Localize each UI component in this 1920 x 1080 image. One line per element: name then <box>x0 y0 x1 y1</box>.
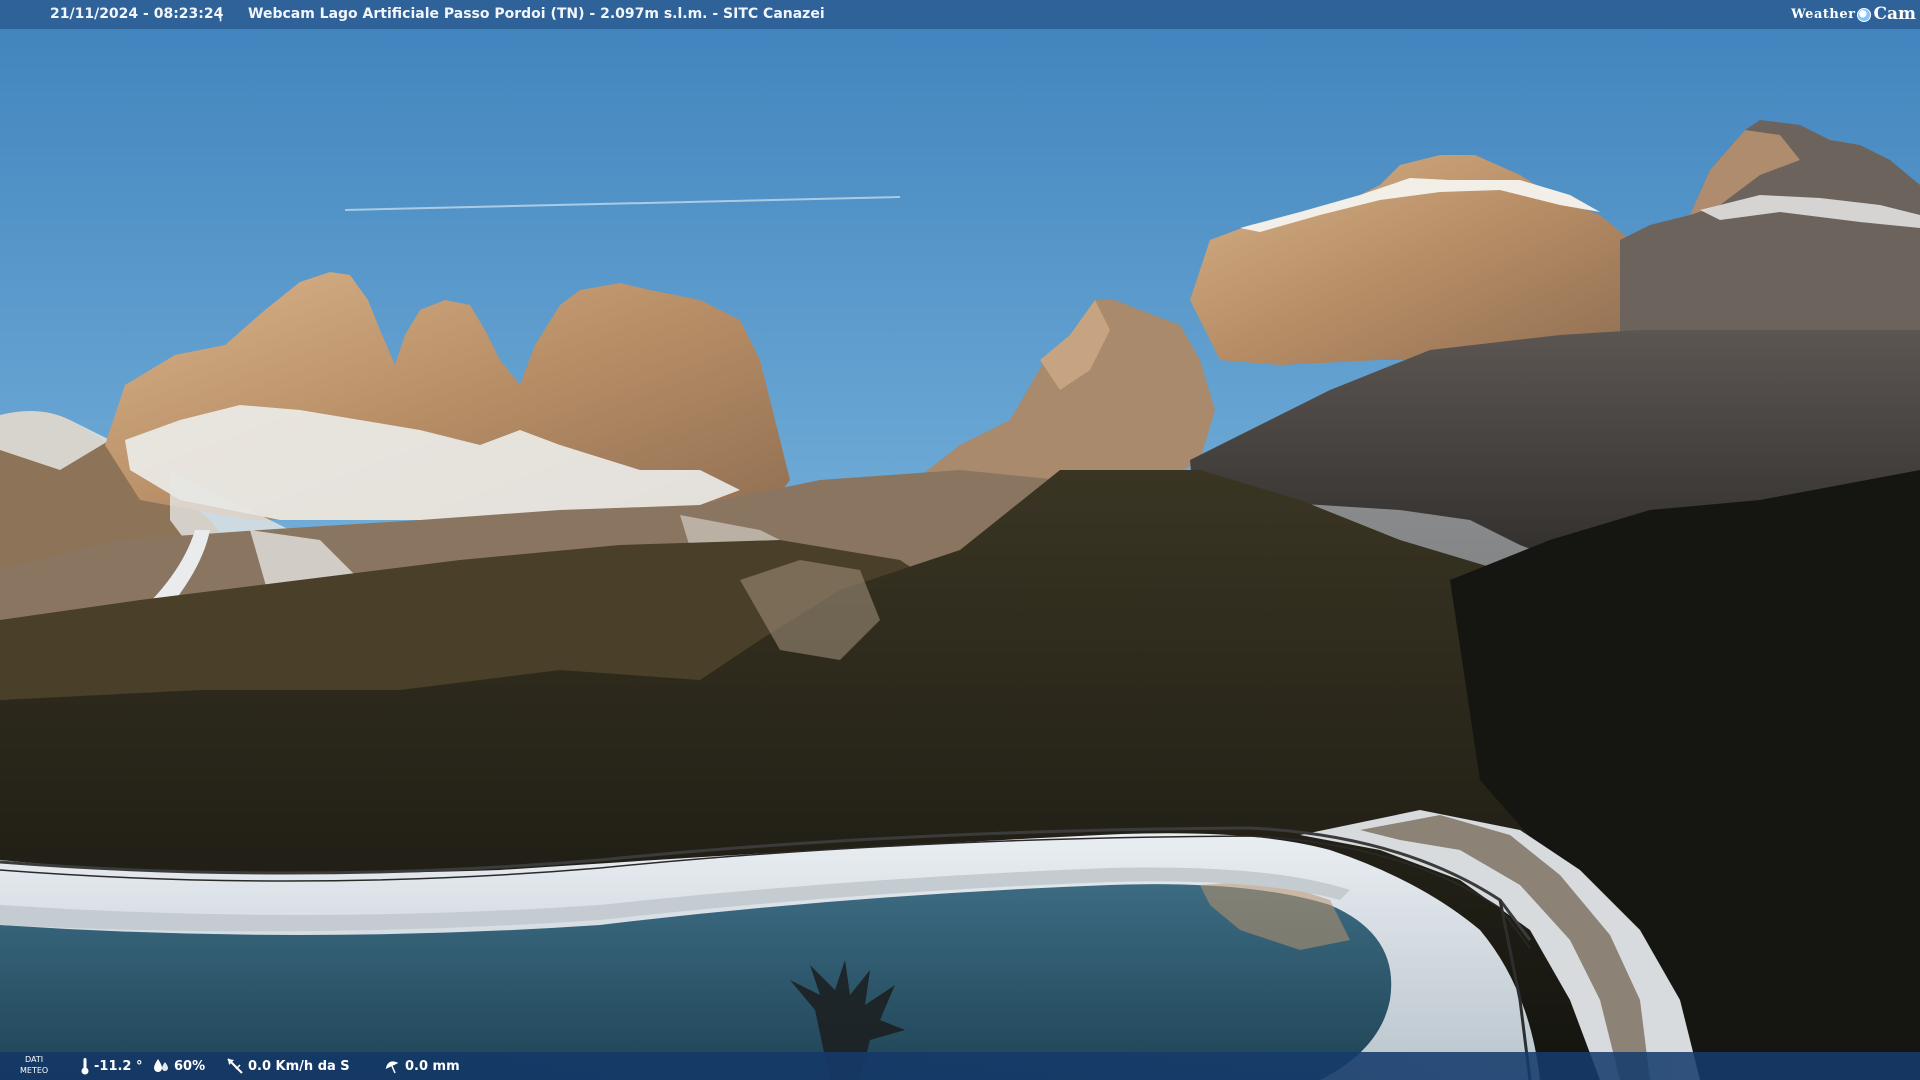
webcam-caption: Webcam Lago Artificiale Passo Pordoi (TN… <box>248 6 825 22</box>
brand-weather-text: Weather <box>1791 7 1856 22</box>
thermometer-icon <box>81 1058 89 1075</box>
wind-value: 0.0 Km/h da S <box>248 1058 350 1074</box>
webcam-info-bar: 21/11/2024 - 08:23:24 | Webcam Lago Arti… <box>0 0 1920 29</box>
mountain-landscape-image <box>0 0 1920 1080</box>
rain-value: 0.0 mm <box>405 1058 460 1074</box>
separator: | <box>218 6 224 22</box>
temperature-readout: -11.2 ° <box>80 1052 143 1080</box>
wind-arrow-icon <box>227 1058 243 1074</box>
wind-readout: 0.0 Km/h da S <box>226 1052 350 1080</box>
sun-icon <box>1857 7 1872 22</box>
temperature-value: -11.2 ° <box>94 1058 143 1074</box>
umbrella-icon <box>385 1061 399 1074</box>
weathercam-logo: Weather Cam <box>1791 0 1916 29</box>
humidity-drops-icon <box>154 1059 168 1072</box>
weather-data-bar: DATI METEO -11.2 ° 60% 0.0 Km/h da S 0.0… <box>0 1052 1920 1080</box>
humidity-value: 60% <box>174 1058 206 1074</box>
humidity-readout: 60% <box>152 1052 205 1080</box>
weather-data-label: DATI METEO <box>20 1054 48 1076</box>
label-line2: METEO <box>20 1066 49 1075</box>
label-line1: DATI <box>25 1055 44 1064</box>
rain-readout: 0.0 mm <box>383 1052 460 1080</box>
brand-cam-text: Cam <box>1873 4 1916 24</box>
webcam-frame: 21/11/2024 - 08:23:24 | Webcam Lago Arti… <box>0 0 1920 1080</box>
timestamp: 21/11/2024 - 08:23:24 <box>50 6 224 22</box>
